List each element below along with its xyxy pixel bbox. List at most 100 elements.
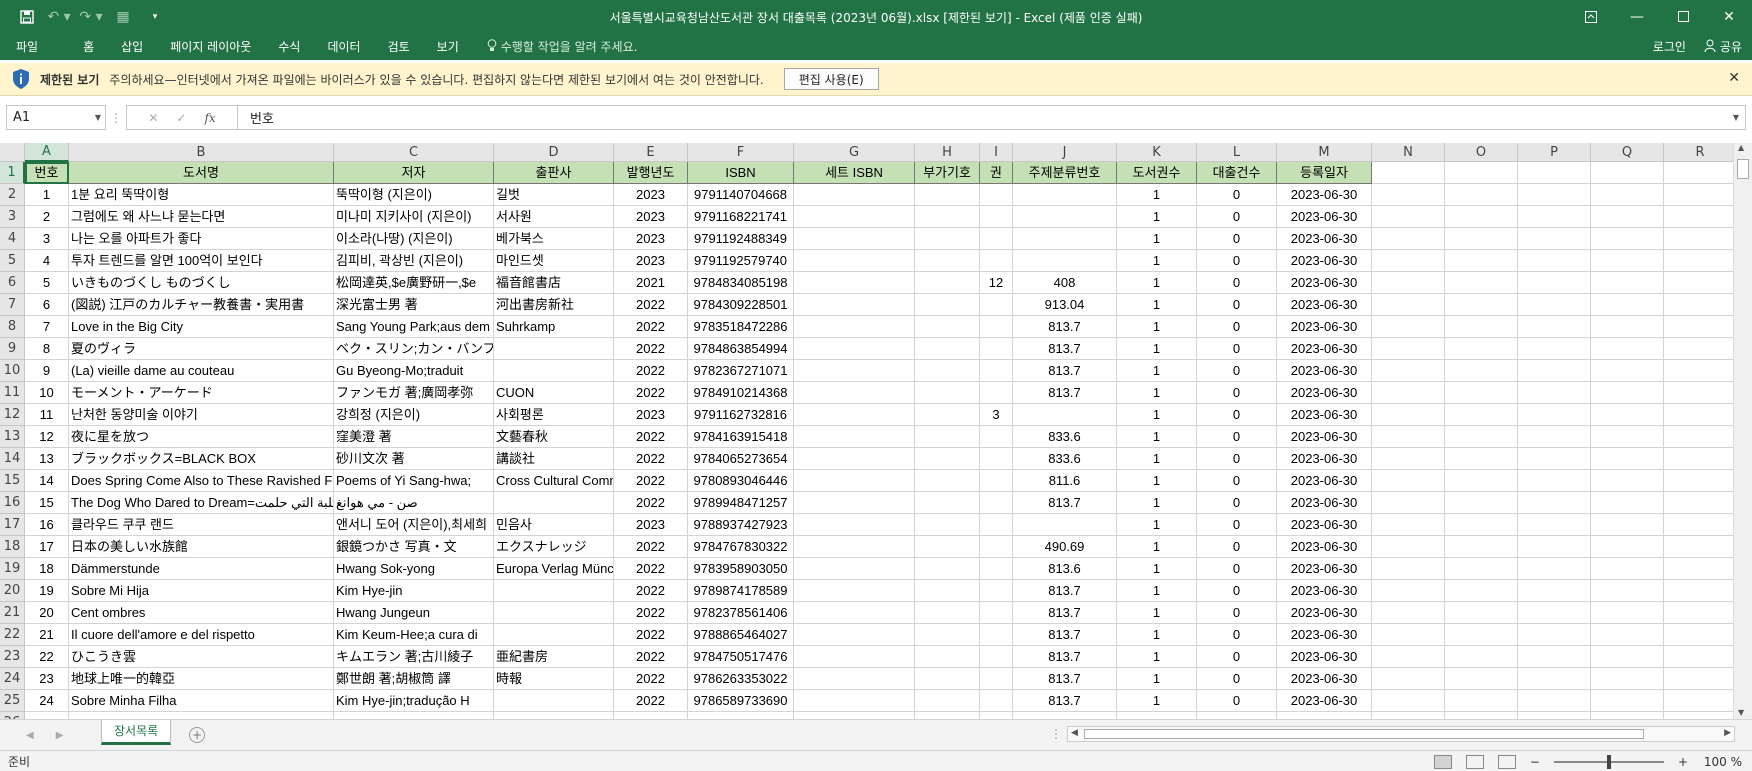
table-cell[interactable] [494,624,614,646]
table-cell[interactable]: 0 [1197,360,1277,382]
table-cell[interactable]: 0 [1197,382,1277,404]
table-cell[interactable] [794,338,915,360]
table-cell[interactable]: ひこうき雲 [69,646,334,668]
table-cell[interactable]: 2023-06-30 [1277,404,1372,426]
table-cell[interactable] [1518,580,1591,602]
table-cell[interactable] [1445,228,1518,250]
table-cell[interactable]: 1 [1117,690,1197,712]
table-cell[interactable]: 1 [25,184,69,206]
table-cell[interactable]: 2022 [614,426,688,448]
table-cell[interactable] [1518,492,1591,514]
table-cell[interactable]: 2022 [614,492,688,514]
header-cell[interactable]: 출판사 [494,162,614,184]
table-cell[interactable]: (La) vieille dame au couteau [69,360,334,382]
column-header[interactable]: I [980,143,1013,162]
table-cell[interactable] [1591,360,1664,382]
table-cell[interactable]: 1 [1117,646,1197,668]
table-cell[interactable]: 9784910214368 [688,382,794,404]
table-cell[interactable] [980,470,1013,492]
table-cell[interactable]: 9786589733690 [688,690,794,712]
table-cell[interactable] [1445,206,1518,228]
table-cell[interactable] [794,470,915,492]
table-cell[interactable] [980,690,1013,712]
table-cell[interactable]: 1 [1117,624,1197,646]
table-cell[interactable]: 2023 [614,250,688,272]
table-cell[interactable] [1445,558,1518,580]
table-cell[interactable] [1591,558,1664,580]
tab-data[interactable]: 데이터 [327,33,360,60]
table-cell[interactable] [794,206,915,228]
table-cell[interactable]: 2023-06-30 [1277,206,1372,228]
insert-function-button[interactable]: fx [204,111,215,125]
table-cell[interactable]: Love in the Big City [69,316,334,338]
table-cell[interactable] [980,536,1013,558]
table-cell[interactable]: 2023-06-30 [1277,448,1372,470]
table-cell[interactable]: Gu Byeong-Mo;traduit [334,360,494,382]
row-header[interactable]: 12 [0,404,25,426]
row-header[interactable]: 15 [0,470,25,492]
column-header[interactable]: R [1664,143,1733,162]
table-cell[interactable]: 490.69 [1013,536,1117,558]
table-cell[interactable] [1445,184,1518,206]
table-cell[interactable]: 1 [1117,668,1197,690]
table-cell[interactable] [1518,646,1591,668]
table-cell[interactable]: 1분 요리 뚝딱이형 [69,184,334,206]
table-cell[interactable] [980,338,1013,360]
enable-editing-button[interactable]: 편집 사용(E) [783,68,879,90]
table-cell[interactable]: 2023-06-30 [1277,470,1372,492]
table-cell[interactable]: 1 [1117,470,1197,492]
table-cell[interactable] [1372,360,1445,382]
table-cell[interactable]: 2022 [614,668,688,690]
table-cell[interactable]: 813.7 [1013,338,1117,360]
chevron-down-icon[interactable]: ▼ [1733,113,1739,122]
table-cell[interactable]: 913.04 [1013,294,1117,316]
table-cell[interactable]: 2023-06-30 [1277,316,1372,338]
table-cell[interactable]: 2023-06-30 [1277,184,1372,206]
row-header[interactable]: 4 [0,228,25,250]
table-cell[interactable]: 미나미 지키사이 (지은이) [334,206,494,228]
table-cell[interactable] [1445,690,1518,712]
table-cell[interactable] [1664,602,1733,624]
table-cell[interactable]: 地球上唯一的韓亞 [69,668,334,690]
table-cell[interactable]: 講談社 [494,448,614,470]
tab-formulas[interactable]: 수식 [278,33,300,60]
table-cell[interactable]: 0 [1197,580,1277,602]
table-cell[interactable]: 亜紀書房 [494,646,614,668]
zoom-knob[interactable] [1606,754,1611,769]
table-cell[interactable]: 2023-06-30 [1277,690,1372,712]
table-cell[interactable] [1372,470,1445,492]
tab-page-layout[interactable]: 페이지 레이아웃 [170,33,251,60]
table-cell[interactable]: 2023-06-30 [1277,646,1372,668]
table-cell[interactable]: 0 [1197,338,1277,360]
table-cell[interactable] [980,184,1013,206]
table-cell[interactable]: Sobre Minha Filha [69,690,334,712]
table-cell[interactable] [25,712,69,719]
header-cell[interactable]: ISBN [688,162,794,184]
table-cell[interactable] [1372,162,1445,184]
table-cell[interactable]: 11 [25,404,69,426]
chevron-down-icon[interactable]: ▼ [95,113,101,122]
table-cell[interactable] [1591,470,1664,492]
table-cell[interactable]: 0 [1197,206,1277,228]
table-cell[interactable]: 0 [1197,624,1277,646]
table-cell[interactable]: 난처한 동양미술 이야기 [69,404,334,426]
row-header[interactable]: 3 [0,206,25,228]
column-header[interactable]: K [1117,143,1197,162]
row-header[interactable]: 2 [0,184,25,206]
table-cell[interactable]: 21 [25,624,69,646]
table-cell[interactable]: 9791192488349 [688,228,794,250]
table-cell[interactable] [1591,492,1664,514]
table-cell[interactable] [915,316,980,338]
table-cell[interactable]: 9789948471257 [688,492,794,514]
table-cell[interactable]: 3 [25,228,69,250]
table-cell[interactable] [1372,448,1445,470]
table-cell[interactable]: 2022 [614,646,688,668]
table-cell[interactable]: 9789874178589 [688,580,794,602]
table-cell[interactable]: 9786263353022 [688,668,794,690]
table-cell[interactable] [1591,338,1664,360]
redo-icon[interactable]: ↷ ▾ [78,5,104,29]
table-cell[interactable]: 1 [1117,448,1197,470]
table-cell[interactable]: 24 [25,690,69,712]
table-cell[interactable]: 河出書房新社 [494,294,614,316]
table-cell[interactable]: 408 [1013,272,1117,294]
